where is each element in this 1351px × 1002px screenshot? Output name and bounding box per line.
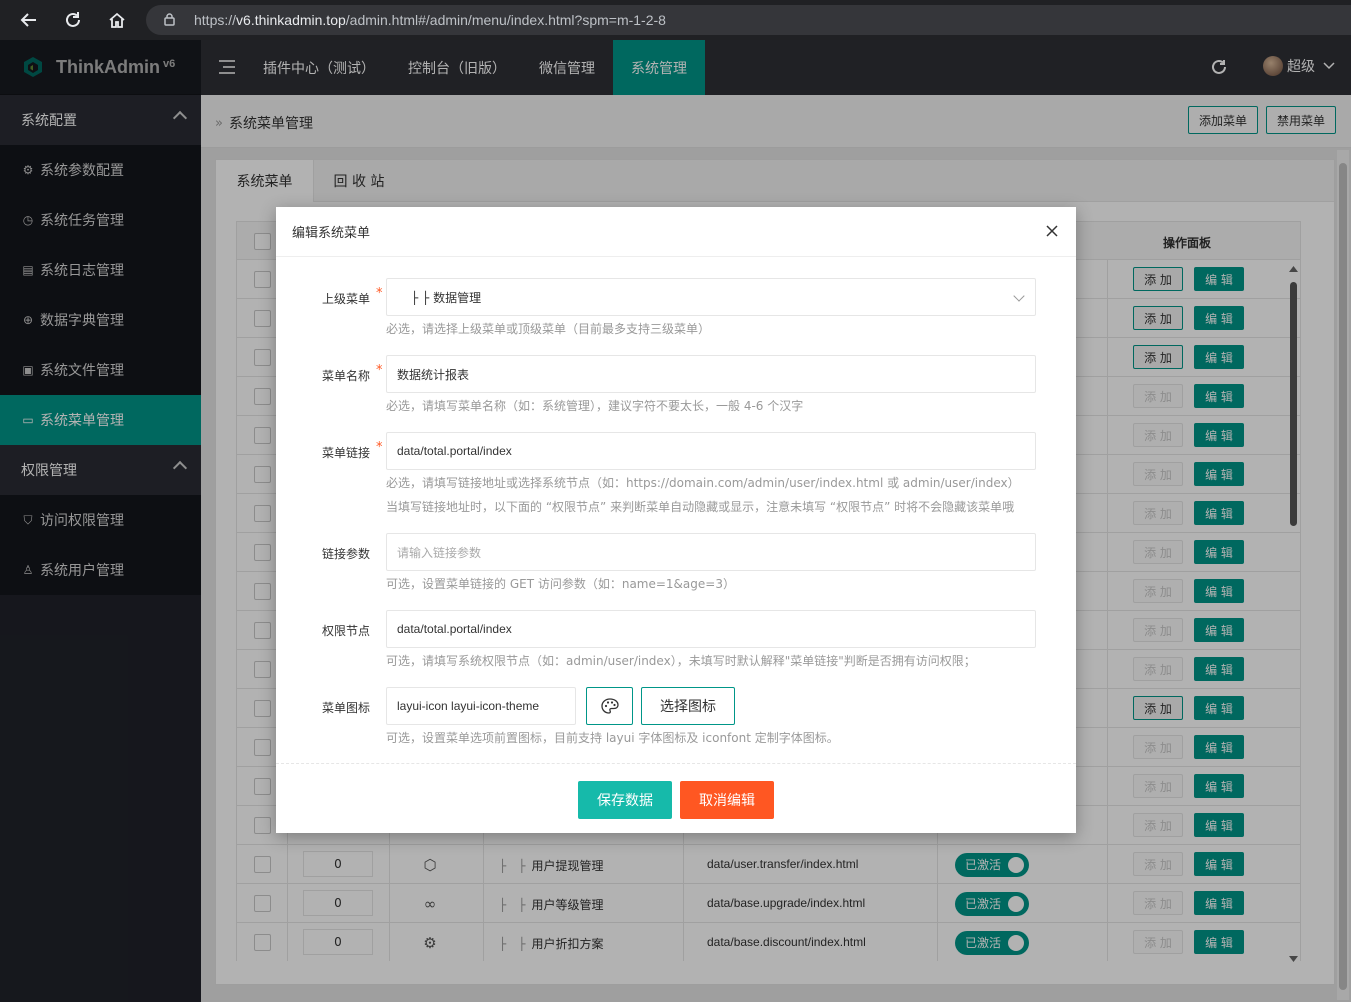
back-icon[interactable] [18, 9, 40, 31]
parent-menu-select[interactable]: ├ ├ 数据管理 [386, 278, 1036, 316]
modal-backdrop-logo [0, 40, 201, 95]
menu-name-label: 菜单名称 * [322, 363, 383, 383]
menu-link-note: 当填写链接地址时，以下面的 “权限节点” 来判断菜单自动隐藏或显示，注意未填写 … [386, 500, 1015, 514]
parent-menu-help: 必选，请选择上级菜单或顶级菜单（目前最多支持三级菜单） [386, 322, 711, 336]
permission-node-label: 权限节点 [322, 624, 371, 638]
menu-icon-label: 菜单图标 [322, 701, 371, 715]
palette-icon [600, 698, 619, 714]
browser-toolbar: https://v6.thinkadmin.top/admin.html#/ad… [0, 0, 1351, 40]
dialog-title: 编辑系统菜单 [292, 226, 371, 241]
modal-backdrop-top [0, 40, 1351, 95]
menu-icon-input[interactable]: layui-icon layui-icon-theme [386, 687, 576, 725]
menu-icon-help: 可选，设置菜单选项前置图标，目前支持 layui 字体图标及 iconfont … [386, 731, 839, 745]
lock-icon [164, 13, 175, 26]
link-params-label: 链接参数 [322, 547, 371, 561]
link-params-input[interactable]: 请输入链接参数 [386, 533, 1036, 571]
url-path: /admin.html#/admin/menu/index.html?spm=m… [345, 12, 666, 28]
select-icon-button[interactable]: 选择图标 [641, 687, 735, 725]
url-host: v6.thinkadmin.top [236, 12, 346, 28]
close-icon[interactable] [1045, 224, 1059, 238]
parent-menu-value: ├ ├ 数据管理 [411, 290, 482, 305]
menu-link-input[interactable]: data/total.portal/index [386, 432, 1036, 470]
cancel-button[interactable]: 取消编辑 [680, 781, 774, 819]
edit-menu-dialog: 编辑系统菜单 上级菜单 * ├ ├ 数据管理 必选，请选择上级菜单或顶级菜单（目前… [276, 207, 1076, 833]
menu-link-help: 必选，请填写链接地址或选择系统节点（如：https://domain.com/a… [386, 476, 1020, 490]
save-button[interactable]: 保存数据 [578, 781, 672, 819]
url-prefix: https:// [194, 12, 237, 28]
parent-menu-label: 上级菜单 * [322, 286, 383, 306]
reload-icon[interactable] [62, 9, 84, 31]
permission-node-help: 可选，请填写系统权限节点（如：admin/user/index），未填写时默认解… [386, 654, 976, 668]
icon-preview-button[interactable] [586, 687, 633, 725]
dialog-footer: 保存数据 取消编辑 [276, 763, 1076, 833]
permission-node-input[interactable]: data/total.portal/index [386, 610, 1036, 648]
menu-name-help: 必选，请填写菜单名称（如：系统管理），建议字符不要太长，一般 4-6 个汉字 [386, 399, 804, 413]
chevron-down-icon [1013, 290, 1025, 302]
menu-name-input[interactable]: 数据统计报表 [386, 355, 1036, 393]
home-icon[interactable] [106, 9, 128, 31]
link-params-help: 可选，设置菜单链接的 GET 访问参数（如：name=1&age=3） [386, 577, 735, 591]
menu-link-label: 菜单链接 * [322, 440, 383, 460]
address-bar[interactable]: https://v6.thinkadmin.top/admin.html#/ad… [146, 5, 1351, 35]
